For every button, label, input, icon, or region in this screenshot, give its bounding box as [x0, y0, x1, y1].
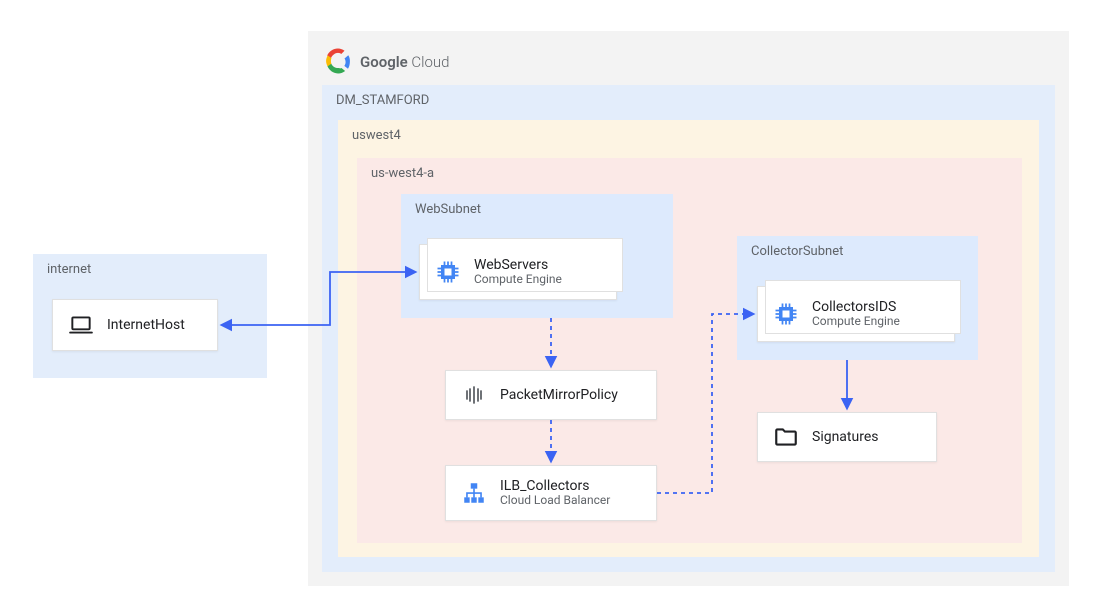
collectors-ids-sub: Compute Engine — [812, 315, 900, 329]
signatures-title: Signatures — [812, 429, 879, 445]
webservers-title: WebServers — [474, 257, 562, 273]
folder-icon — [772, 423, 800, 451]
laptop-icon — [67, 311, 95, 339]
packet-mirror-icon — [460, 381, 488, 409]
node-packet-mirror: PacketMirrorPolicy — [445, 370, 657, 420]
ilb-sub: Cloud Load Balancer — [500, 494, 610, 508]
collectors-ids-title: CollectorsIDS — [812, 299, 900, 315]
node-ilb-collectors: ILB_Collectors Cloud Load Balancer — [445, 465, 657, 521]
webservers-sub: Compute Engine — [474, 273, 562, 287]
load-balancer-icon — [460, 479, 488, 507]
compute-engine-icon — [772, 300, 800, 328]
google-cloud-header: Google Cloud — [324, 47, 449, 75]
label-websubnet: WebSubnet — [415, 202, 481, 217]
diagram-canvas: Google Cloud DM_STAMFORD uswest4 us-west… — [0, 0, 1103, 613]
node-internet-host: InternetHost — [52, 299, 218, 351]
google-cloud-logo-icon — [324, 47, 352, 75]
label-project: DM_STAMFORD — [336, 93, 429, 108]
node-collectors-ids: CollectorsIDS Compute Engine — [757, 286, 955, 342]
label-region: uswest4 — [352, 128, 401, 143]
node-webservers: WebServers Compute Engine — [419, 244, 617, 300]
node-signatures: Signatures — [757, 412, 937, 462]
compute-engine-icon — [434, 258, 462, 286]
ilb-title: ILB_Collectors — [500, 478, 610, 494]
label-zone: us-west4-a — [371, 166, 434, 181]
packet-mirror-title: PacketMirrorPolicy — [500, 387, 618, 403]
label-internet: internet — [47, 262, 91, 277]
google-cloud-title: Google Cloud — [360, 52, 449, 71]
internet-host-title: InternetHost — [107, 317, 185, 333]
label-collectorsubnet: CollectorSubnet — [751, 244, 843, 259]
